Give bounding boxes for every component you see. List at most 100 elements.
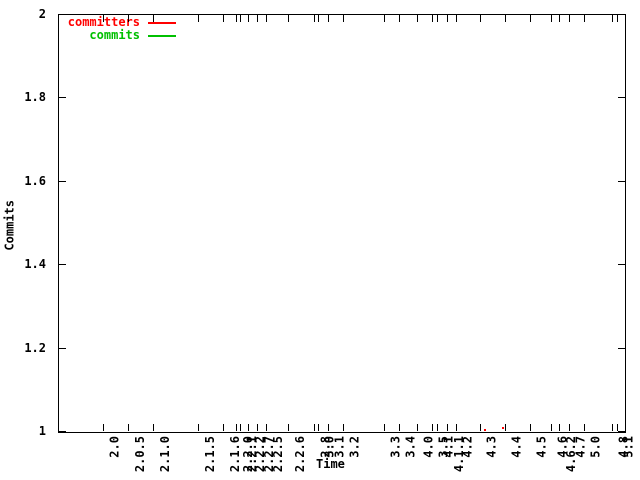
x-tick-label: 4.2: [461, 436, 475, 458]
x-tick-mark: [399, 424, 400, 431]
x-tick-mark-top: [551, 15, 552, 22]
x-tick-mark-top: [128, 15, 129, 22]
y-tick-mark-right: [618, 264, 625, 265]
x-tick-label: 4.4: [510, 436, 524, 458]
y-tick-mark: [59, 14, 66, 15]
y-tick-mark: [59, 431, 66, 432]
x-tick-mark-top: [569, 15, 570, 22]
x-tick-mark: [505, 424, 506, 431]
y-tick-label: 1: [38, 424, 46, 438]
x-tick-mark-top: [437, 15, 438, 22]
x-tick-mark: [551, 424, 552, 431]
x-tick-mark: [384, 424, 385, 431]
x-tick-mark-top: [236, 15, 237, 22]
x-tick-mark-top: [266, 15, 267, 22]
data-point-red: [502, 427, 504, 429]
x-tick-mark-top: [328, 15, 329, 22]
x-tick-mark: [128, 424, 129, 431]
x-tick-mark: [343, 424, 344, 431]
x-tick-mark: [480, 424, 481, 431]
y-tick-mark: [59, 181, 66, 182]
plot-area-border: [58, 14, 626, 433]
x-tick-label: 2.2.5: [271, 436, 285, 473]
x-tick-mark: [198, 424, 199, 431]
x-tick-mark-top: [456, 15, 457, 22]
x-tick-mark: [153, 424, 154, 431]
y-tick-label: 1.4: [24, 257, 46, 271]
x-tick-mark: [248, 424, 249, 431]
x-tick-mark: [617, 424, 618, 431]
x-tick-mark: [530, 424, 531, 431]
x-tick-mark-top: [417, 15, 418, 22]
x-tick-mark: [103, 424, 104, 431]
x-tick-mark: [584, 424, 585, 431]
y-tick-label: 1.2: [24, 341, 46, 355]
x-tick-label: 4.3: [485, 436, 499, 458]
x-tick-mark-top: [288, 15, 289, 22]
x-tick-mark-top: [223, 15, 224, 22]
x-tick-mark-top: [103, 15, 104, 22]
x-tick-mark: [240, 424, 241, 431]
x-tick-label: 3.2: [348, 436, 362, 458]
y-tick-mark-right: [618, 348, 625, 349]
x-tick-mark: [569, 424, 570, 431]
x-tick-mark-top: [198, 15, 199, 22]
x-tick-mark: [314, 424, 315, 431]
legend-label-commits: commits: [89, 28, 140, 42]
data-point-red: [484, 429, 486, 431]
legend-line-sample-committers: [148, 22, 176, 24]
x-tick-mark-top: [432, 15, 433, 22]
y-tick-mark: [59, 97, 66, 98]
y-tick-mark-right: [618, 181, 625, 182]
y-tick-label: 1.8: [24, 90, 46, 104]
x-tick-mark-top: [447, 15, 448, 22]
x-tick-label: 2.1.6: [228, 436, 242, 473]
x-tick-mark-top: [384, 15, 385, 22]
x-tick-label: 2.1.0: [158, 436, 172, 473]
x-tick-mark-top: [257, 15, 258, 22]
x-tick-label: 4.5: [535, 436, 549, 458]
gnuplot-chart: Commits Time committers commits 2.0 2.0.5…: [0, 0, 640, 480]
legend-line-sample-commits: [148, 35, 176, 37]
x-tick-mark-top: [480, 15, 481, 22]
x-tick-label: 2.2.6: [293, 436, 307, 473]
x-tick-mark-top: [343, 15, 344, 22]
x-tick-label: 3.3: [389, 436, 403, 458]
x-tick-mark: [266, 424, 267, 431]
x-tick-mark: [318, 424, 319, 431]
x-tick-mark-top: [530, 15, 531, 22]
x-tick-mark: [432, 424, 433, 431]
x-tick-label: 3.4: [404, 436, 418, 458]
x-tick-mark: [257, 424, 258, 431]
x-tick-mark-top: [505, 15, 506, 22]
x-tick-label: 5.0: [589, 436, 603, 458]
x-tick-mark: [236, 424, 237, 431]
y-tick-label: 2: [38, 7, 46, 21]
y-tick-mark-right: [618, 97, 625, 98]
x-tick-mark-top: [318, 15, 319, 22]
x-tick-mark: [417, 424, 418, 431]
x-tick-label: 4.7: [574, 436, 588, 458]
x-tick-mark-top: [559, 15, 560, 22]
x-tick-label: 2.0: [108, 436, 122, 458]
x-tick-mark: [447, 424, 448, 431]
y-tick-mark: [59, 264, 66, 265]
x-tick-label: 4.0: [422, 436, 436, 458]
x-tick-mark: [328, 424, 329, 431]
x-axis-title: Time: [316, 457, 345, 471]
x-tick-mark-top: [584, 15, 585, 22]
x-tick-label: 2.1.5: [203, 436, 217, 473]
y-tick-mark-right: [618, 14, 625, 15]
x-tick-mark-top: [248, 15, 249, 22]
x-tick-mark-top: [399, 15, 400, 22]
x-tick-mark-top: [240, 15, 241, 22]
y-tick-mark: [59, 348, 66, 349]
x-tick-label: 5.1: [622, 436, 636, 458]
x-tick-mark: [223, 424, 224, 431]
x-tick-mark-top: [153, 15, 154, 22]
y-tick-label: 1.6: [24, 174, 46, 188]
x-tick-label: 2.0.5: [133, 436, 147, 473]
y-axis-title: Commits: [3, 200, 17, 251]
x-tick-mark-top: [314, 15, 315, 22]
x-tick-mark: [559, 424, 560, 431]
